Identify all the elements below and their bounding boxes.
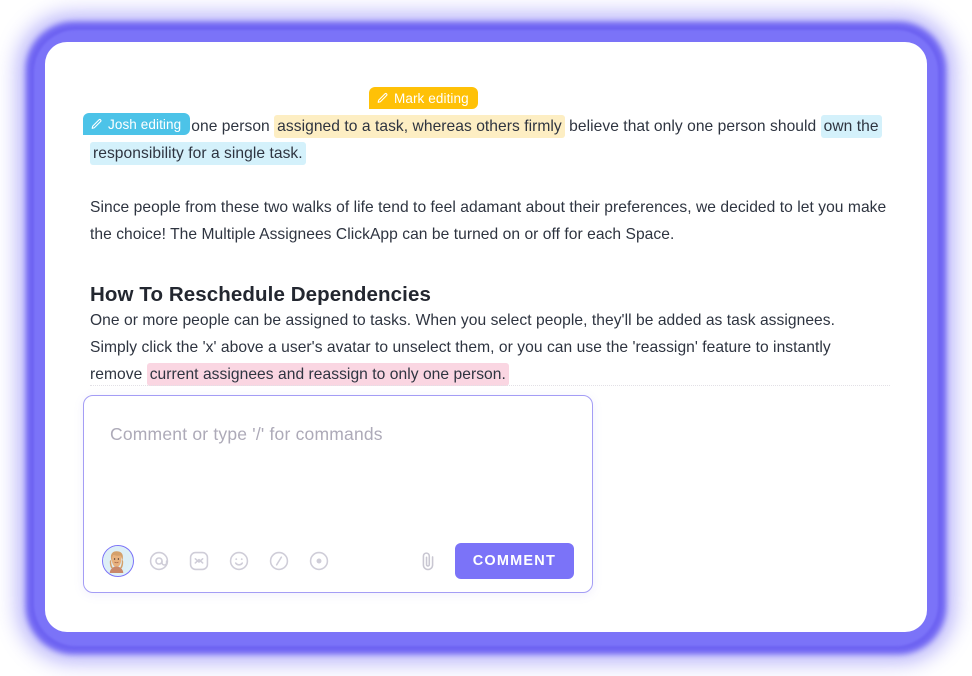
record-icon[interactable] [304, 546, 334, 576]
collaborator-tag-josh: Josh editing [83, 113, 191, 135]
section-heading: How To Reschedule Dependencies [90, 283, 431, 306]
avatar-image [103, 546, 130, 573]
paragraph-one-plain: believe that only one person should [564, 118, 821, 135]
collaborator-tag-mark: Mark editing [369, 87, 478, 109]
emoji-icon[interactable] [224, 546, 254, 576]
highlight-yellow: assigned to a task, whereas others firml… [274, 115, 565, 138]
attachment-icon[interactable] [415, 546, 441, 576]
comment-composer[interactable]: Comment or type '/' for commands COMMENT [83, 395, 593, 593]
pencil-icon [376, 92, 389, 105]
dotted-divider [90, 385, 890, 386]
slash-command-icon[interactable] [264, 546, 294, 576]
document-body: Mark editing Josh editing ant more than … [45, 42, 927, 632]
composer-tools-right: COMMENT [415, 543, 574, 579]
document-card: Mark editing Josh editing ant more than … [45, 42, 927, 632]
composer-toolbar: COMMENT [84, 530, 592, 592]
collaborator-tag-label: Josh editing [108, 116, 182, 132]
mention-icon[interactable] [144, 546, 174, 576]
comment-submit-button[interactable]: COMMENT [454, 543, 574, 579]
collaborator-tag-label: Mark editing [394, 90, 469, 106]
paragraph-three: One or more people can be assigned to ta… [90, 307, 880, 388]
avatar[interactable] [102, 545, 134, 577]
clickup-icon[interactable] [184, 546, 214, 576]
paragraph-two: Since people from these two walks of lif… [90, 199, 887, 243]
paragraph-one: ant more than one person assigned to a t… [90, 113, 900, 167]
composer-tools-left [102, 545, 334, 577]
comment-input-placeholder[interactable]: Comment or type '/' for commands [110, 424, 383, 445]
screenshot-root: Mark editing Josh editing ant more than … [0, 0, 972, 676]
highlight-pink: current assignees and reassign to only o… [146, 363, 509, 386]
pencil-icon [90, 118, 103, 131]
